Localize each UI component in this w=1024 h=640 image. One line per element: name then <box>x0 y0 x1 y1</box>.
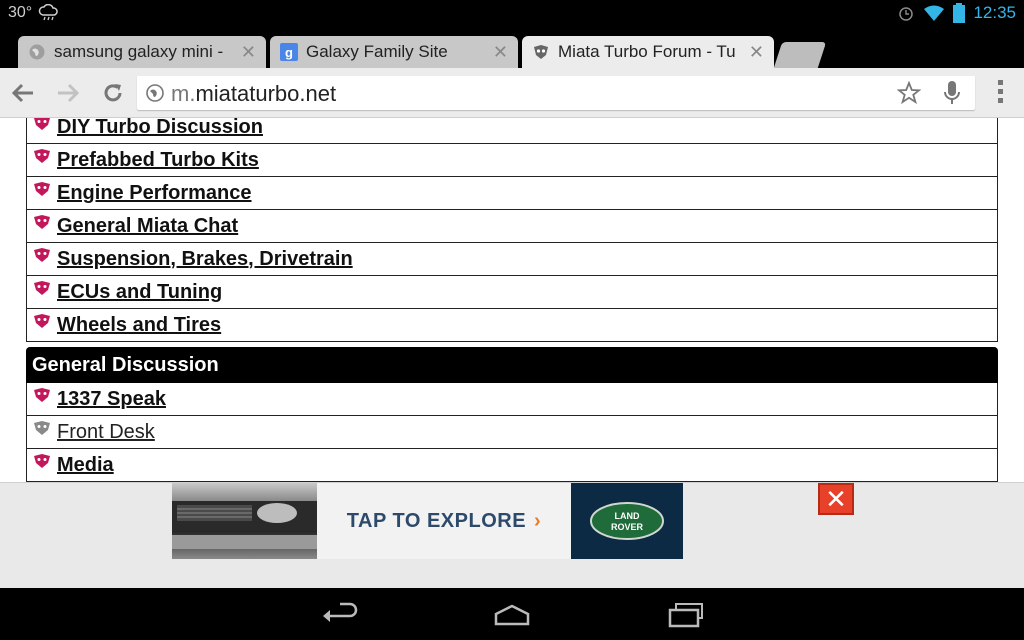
url-host: miataturbo.net <box>195 81 337 106</box>
forward-button[interactable] <box>55 80 81 106</box>
tab-title: Galaxy Family Site <box>306 42 448 61</box>
ad-cta: TAP TO EXPLORE › <box>317 483 571 559</box>
close-tab-icon[interactable]: ✕ <box>493 42 508 63</box>
forum-logo-icon <box>534 45 548 59</box>
forum-link-1337-speak[interactable]: 1337 Speak <box>57 388 166 411</box>
forum-row: General Miata Chat <box>27 210 997 243</box>
chevron-right-icon: › <box>534 509 542 532</box>
menu-dot <box>997 89 1003 94</box>
close-icon: ✕ <box>825 483 847 514</box>
tab-miata-turbo-forum[interactable]: Miata Turbo Forum - Tu ✕ <box>522 36 774 68</box>
tab-galaxy-family-site[interactable]: g Galaxy Family Site ✕ <box>270 36 518 68</box>
wifi-icon <box>924 5 945 21</box>
tab-title: Miata Turbo Forum - Tu <box>558 42 736 61</box>
forum-new-posts-icon <box>34 118 50 130</box>
tab-strip: samsung galaxy mini - ✕ g Galaxy Family … <box>0 28 1024 68</box>
forum-new-posts-icon <box>34 454 50 468</box>
url-prefix: m. <box>171 81 196 106</box>
svg-text:g: g <box>285 45 293 60</box>
forum-link-ecus-tuning[interactable]: ECUs and Tuning <box>57 281 222 304</box>
forum-link-suspension[interactable]: Suspension, Brakes, Drivetrain <box>57 248 353 271</box>
system-navigation-bar <box>0 588 1024 640</box>
forum-list-general: 1337 Speak Front Desk Media <box>26 383 998 482</box>
cloud-rain-icon <box>38 4 58 21</box>
forum-new-posts-icon <box>34 149 50 163</box>
forward-arrow-icon <box>58 83 80 103</box>
back-arrow-icon <box>11 83 33 103</box>
category-header: General Discussion <box>26 347 998 383</box>
recents-nav-icon <box>668 603 703 628</box>
reload-icon <box>104 84 122 102</box>
tab-samsung-galaxy-mini[interactable]: samsung galaxy mini - ✕ <box>18 36 266 68</box>
ad-banner[interactable]: TAP TO EXPLORE › LAND ROVER <box>172 483 683 559</box>
status-bar: 30° 12:35 <box>0 0 1024 28</box>
ad-close-button[interactable]: ✕ <box>818 483 854 515</box>
recents-nav-button[interactable] <box>666 602 706 628</box>
temperature: 30° <box>8 4 33 21</box>
globe-icon <box>146 84 164 102</box>
forum-link-diy-turbo[interactable]: DIY Turbo Discussion <box>57 118 263 139</box>
back-nav-icon <box>323 602 358 622</box>
menu-dot <box>997 98 1003 103</box>
car-grille-icon <box>172 501 317 549</box>
back-button[interactable] <box>10 80 36 106</box>
forum-row: Wheels and Tires <box>27 309 997 342</box>
ad-car-image <box>172 483 317 559</box>
alarm-icon <box>899 7 914 21</box>
reload-button[interactable] <box>100 80 126 106</box>
forum-new-posts-icon <box>34 248 50 262</box>
land-rover-logo-icon: LAND ROVER <box>590 502 664 540</box>
forum-row: Front Desk <box>27 416 997 449</box>
forum-row: Engine Performance <box>27 177 997 210</box>
forum-list-main: DIY Turbo Discussion Prefabbed Turbo Kit… <box>26 118 998 342</box>
forum-row: Media <box>27 449 997 482</box>
forum-new-posts-icon <box>34 314 50 328</box>
home-nav-icon <box>494 604 530 626</box>
forum-new-posts-icon <box>34 215 50 229</box>
clock: 12:35 <box>973 3 1016 22</box>
home-nav-button[interactable] <box>492 602 532 628</box>
forum-row: DIY Turbo Discussion <box>27 118 997 144</box>
bookmark-star-icon[interactable] <box>897 81 921 105</box>
back-nav-button[interactable] <box>320 602 360 628</box>
globe-icon <box>29 44 45 60</box>
category-title: General Discussion <box>32 353 219 376</box>
forum-row: ECUs and Tuning <box>27 276 997 309</box>
google-icon: g <box>280 43 298 61</box>
url-text: m.miataturbo.net <box>171 81 336 107</box>
forum-link-engine-performance[interactable]: Engine Performance <box>57 182 252 205</box>
forum-no-new-posts-icon <box>34 421 50 435</box>
forum-link-general-miata-chat[interactable]: General Miata Chat <box>57 215 238 238</box>
forum-link-front-desk[interactable]: Front Desk <box>57 421 155 444</box>
overflow-menu-button[interactable] <box>992 80 1008 108</box>
new-tab-button[interactable] <box>773 42 827 68</box>
svg-text:ROVER: ROVER <box>611 522 644 532</box>
tab-title: samsung galaxy mini - <box>54 42 224 61</box>
forum-link-prefabbed-kits[interactable]: Prefabbed Turbo Kits <box>57 149 259 172</box>
address-bar[interactable]: m.miataturbo.net <box>137 76 975 110</box>
forum-new-posts-icon <box>34 182 50 196</box>
forum-row: Prefabbed Turbo Kits <box>27 144 997 177</box>
svg-text:LAND: LAND <box>615 511 640 521</box>
browser-toolbar: m.miataturbo.net <box>0 68 1024 118</box>
ad-banner-bar: TAP TO EXPLORE › LAND ROVER ✕ <box>0 482 1024 588</box>
close-tab-icon[interactable]: ✕ <box>749 42 764 63</box>
microphone-icon[interactable] <box>943 80 961 106</box>
land-rover-logo: LAND ROVER <box>571 483 683 559</box>
ad-cta-label: TAP TO EXPLORE <box>346 509 527 532</box>
close-tab-icon[interactable]: ✕ <box>241 42 256 63</box>
forum-link-wheels-tires[interactable]: Wheels and Tires <box>57 314 221 337</box>
forum-new-posts-icon <box>34 281 50 295</box>
battery-icon <box>953 3 966 23</box>
forum-link-media[interactable]: Media <box>57 454 114 477</box>
forum-new-posts-icon <box>34 388 50 402</box>
menu-dot <box>997 80 1003 85</box>
forum-row: Suspension, Brakes, Drivetrain <box>27 243 997 276</box>
forum-row: 1337 Speak <box>27 383 997 416</box>
